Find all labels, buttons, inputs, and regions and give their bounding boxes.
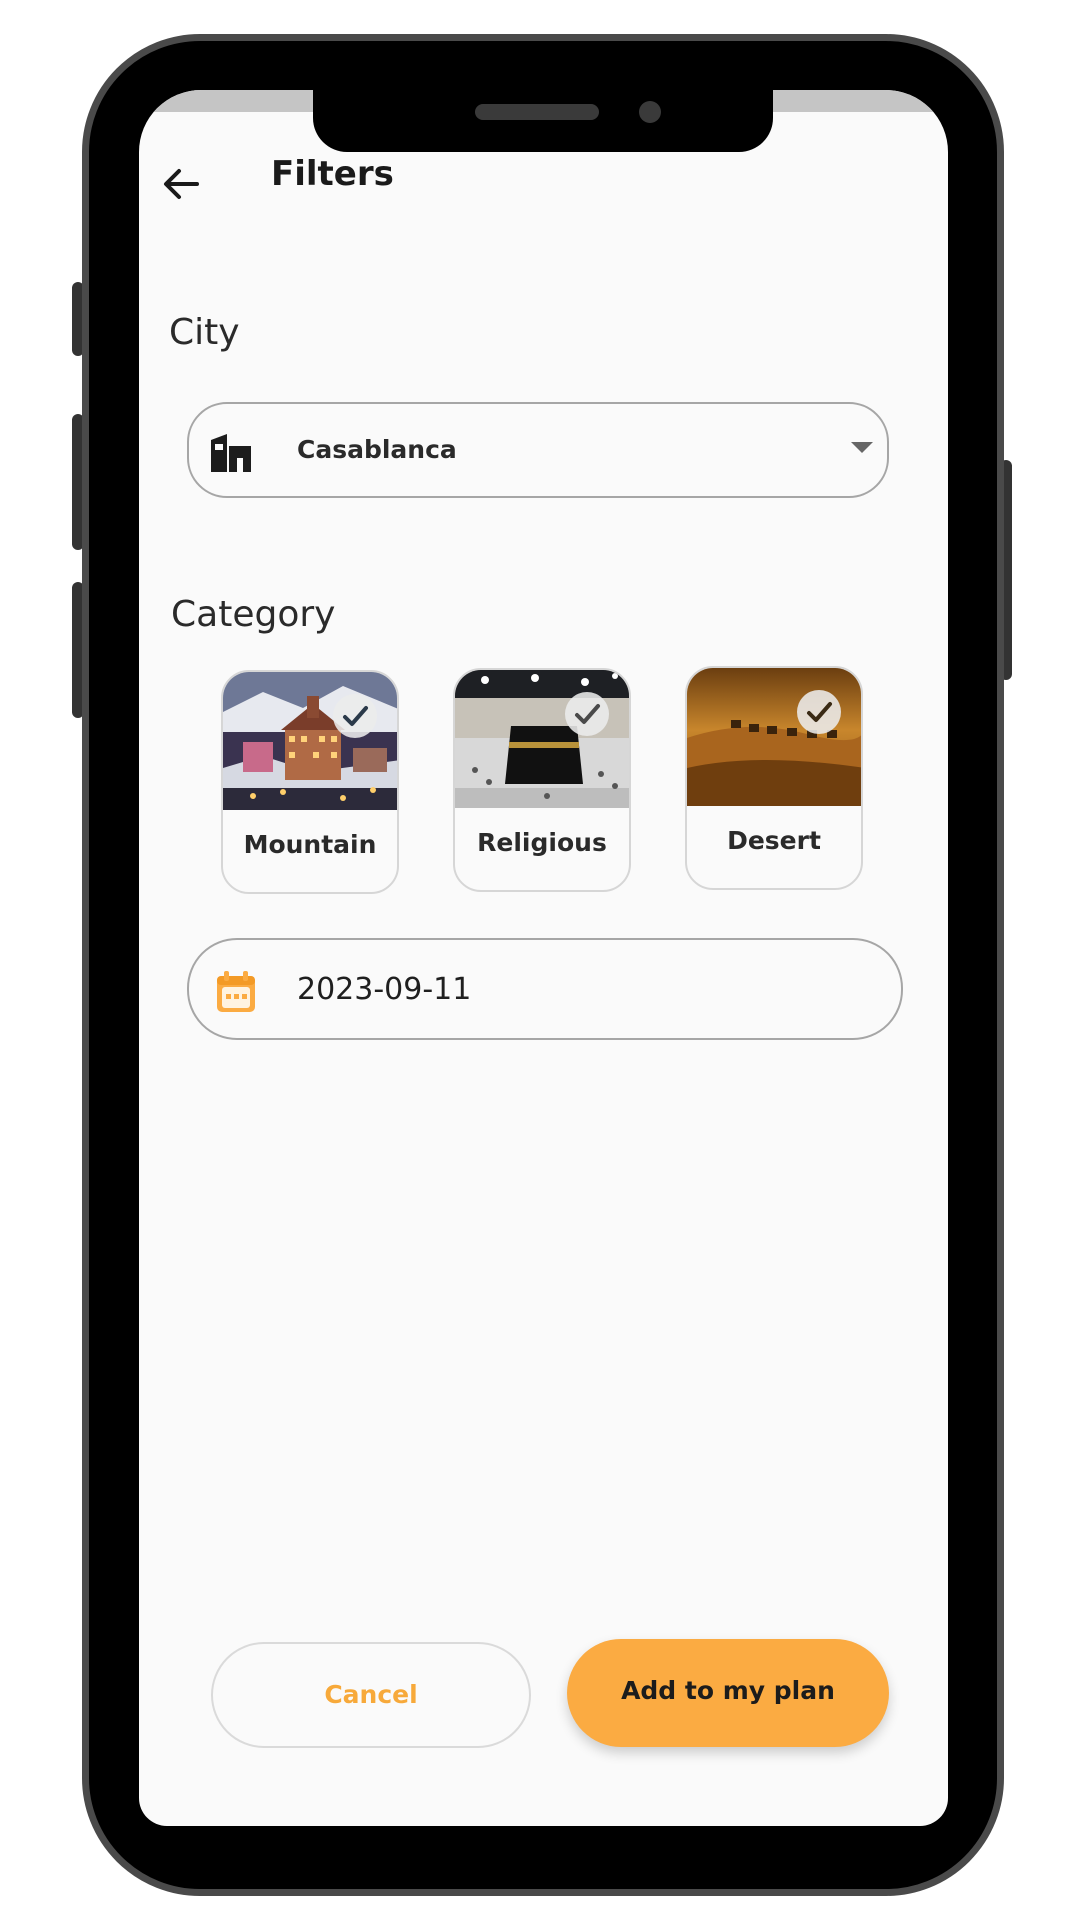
- city-dropdown[interactable]: Casablanca: [187, 402, 889, 498]
- check-icon: [797, 690, 841, 734]
- city-buildings-icon: [211, 434, 251, 472]
- category-card-religious[interactable]: Religious: [453, 668, 631, 892]
- desert-image: [687, 668, 861, 806]
- category-card-mountain[interactable]: Mountain: [221, 670, 399, 894]
- notch-speaker: [475, 104, 599, 120]
- notch-camera: [639, 101, 661, 123]
- cancel-button[interactable]: Cancel: [211, 1642, 531, 1748]
- page-title: Filters: [271, 154, 394, 194]
- category-label-religious: Religious: [477, 828, 607, 857]
- city-selected-value: Casablanca: [297, 435, 457, 464]
- category-label-mountain: Mountain: [243, 830, 377, 859]
- city-section-label: City: [169, 312, 240, 353]
- category-label-desert: Desert: [727, 826, 821, 855]
- date-picker-field[interactable]: 2023-09-11: [187, 938, 903, 1040]
- check-icon: [333, 694, 377, 738]
- app-screen: Filters City Casablanca Category Mountai…: [139, 90, 948, 1826]
- date-value: 2023-09-11: [297, 972, 472, 1007]
- category-section-label: Category: [171, 594, 336, 635]
- arrow-left-icon: [164, 169, 199, 199]
- device-mockup: Filters City Casablanca Category Mountai…: [0, 0, 1080, 1920]
- caret-down-icon: [851, 442, 873, 453]
- calendar-icon: [217, 971, 255, 1012]
- add-to-plan-button-label: Add to my plan: [621, 1676, 835, 1705]
- category-card-desert[interactable]: Desert: [685, 666, 863, 890]
- add-to-plan-button[interactable]: Add to my plan: [567, 1639, 889, 1747]
- device-notch: [313, 78, 773, 152]
- back-button[interactable]: [157, 160, 205, 208]
- religious-image: [455, 670, 629, 808]
- mountain-image: [223, 672, 397, 810]
- check-icon: [565, 692, 609, 736]
- cancel-button-label: Cancel: [324, 1680, 418, 1709]
